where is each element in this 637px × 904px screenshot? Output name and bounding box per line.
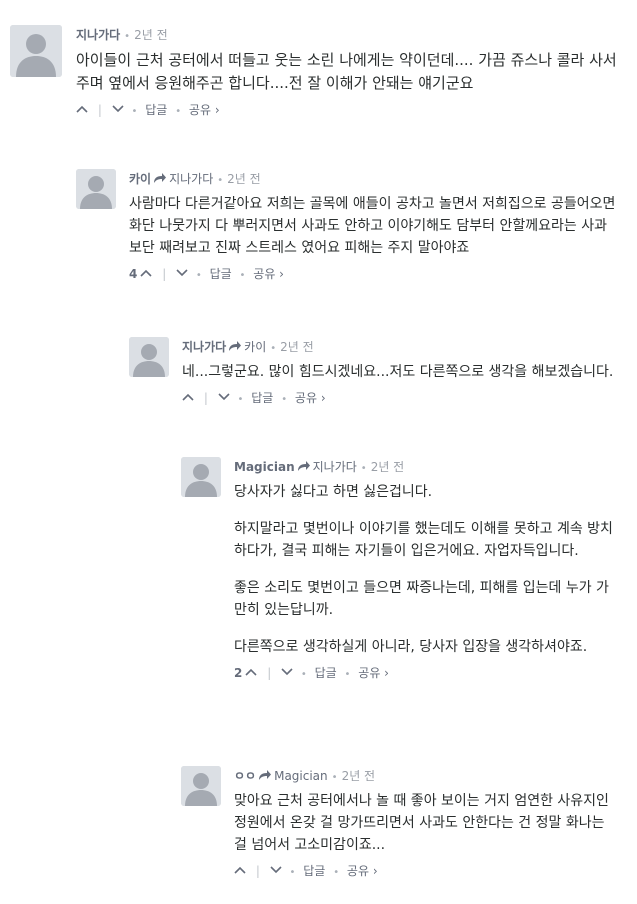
divider: | bbox=[203, 391, 208, 405]
comment-paragraph: 아이들이 근처 공터에서 떠들고 웃는 소린 나에게는 약이던데.... 가끔 … bbox=[76, 51, 617, 92]
comment-footer: | • 답글 • 공유 › bbox=[182, 388, 619, 408]
comment-text: 네...그렇군요. 많이 힘드시겠네요...저도 다른쪽으로 생각을 해보겠습니… bbox=[182, 361, 619, 383]
comment-paragraph: 좋은 소리도 몇번이고 들으면 짜증나는데, 피해를 입는데 누가 가만히 있는… bbox=[234, 580, 609, 618]
upvote-icon[interactable] bbox=[76, 100, 88, 113]
reply-to-author[interactable]: Magician bbox=[274, 769, 328, 783]
reply-button[interactable]: 답글 bbox=[145, 103, 167, 117]
comment-paragraph: 사람마다 다른거같아요 저희는 골목에 애들이 공차고 놀면서 저희집으로 공들… bbox=[129, 196, 616, 256]
downvote-icon[interactable] bbox=[270, 861, 282, 874]
timestamp[interactable]: 2년 전 bbox=[371, 460, 405, 474]
comment-text: 사람마다 다른거같아요 저희는 골목에 애들이 공차고 놀면서 저희집으로 공들… bbox=[129, 193, 619, 259]
timestamp[interactable]: 2년 전 bbox=[227, 172, 261, 186]
downvote-icon[interactable] bbox=[218, 388, 230, 401]
comment-footer: 2 | • 답글 • 공유 › bbox=[234, 663, 619, 683]
comment-paragraph: 하지말라고 몇번이나 이야기를 했는데도 이해를 못하고 계속 방치하다가, 결… bbox=[234, 521, 613, 559]
comment-footer: | • 답글 • 공유 › bbox=[76, 100, 621, 120]
timestamp[interactable]: 2년 전 bbox=[342, 769, 376, 783]
comment-header: 지나가다 • 2년 전 bbox=[76, 25, 621, 45]
separator-dot: • bbox=[270, 343, 277, 354]
reply-arrow-icon bbox=[258, 767, 272, 780]
comment-footer: 4 | • 답글 • 공유 › bbox=[129, 264, 619, 284]
separator-dot: • bbox=[289, 867, 296, 878]
separator-dot: • bbox=[237, 394, 244, 405]
separator-dot: • bbox=[300, 669, 307, 680]
comment-paragraph: 다른쪽으로 생각하실게 아니라, 당사자 입장을 생각하셔야죠. bbox=[234, 639, 588, 655]
divider: | bbox=[255, 864, 260, 878]
comment-text: 아이들이 근처 공터에서 떠들고 웃는 소린 나에게는 약이던데.... 가끔 … bbox=[76, 49, 621, 95]
reply-button[interactable]: 답글 bbox=[210, 267, 232, 281]
comment-text: 당사자가 싫다고 하면 싫은겁니다. 하지말라고 몇번이나 이야기를 했는데도 … bbox=[234, 481, 619, 658]
share-button[interactable]: 공유 › bbox=[347, 864, 378, 878]
comment-paragraph: 네...그렇군요. 많이 힘드시겠네요...저도 다른쪽으로 생각을 해보겠습니… bbox=[182, 364, 614, 380]
comment-paragraph: 맞아요 근처 공터에서나 놀 때 좋아 보이는 거지 엄연한 사유지인 정원에서… bbox=[234, 793, 609, 853]
vote-count: 4 bbox=[129, 267, 138, 281]
divider: | bbox=[162, 267, 167, 281]
vote-count: 2 bbox=[234, 666, 243, 680]
separator-dot: • bbox=[217, 175, 224, 186]
reply-arrow-icon bbox=[297, 458, 311, 471]
reply-to-author[interactable]: 카이 bbox=[244, 340, 266, 354]
separator-dot: • bbox=[124, 31, 131, 42]
author-name[interactable]: 카이 bbox=[129, 172, 151, 186]
author-name[interactable]: 지나가다 bbox=[76, 28, 120, 42]
separator-dot: • bbox=[333, 867, 340, 878]
separator-dot: • bbox=[239, 270, 246, 281]
share-button[interactable]: 공유 › bbox=[358, 666, 389, 680]
reply-arrow-icon bbox=[153, 170, 167, 183]
share-button[interactable]: 공유 › bbox=[295, 391, 326, 405]
timestamp[interactable]: 2년 전 bbox=[134, 28, 168, 42]
share-button[interactable]: 공유 › bbox=[253, 267, 284, 281]
comment-header: 카이 지나가다 • 2년 전 bbox=[129, 169, 619, 189]
separator-dot: • bbox=[281, 394, 288, 405]
separator-dot: • bbox=[331, 772, 338, 783]
separator-dot: • bbox=[175, 106, 182, 117]
share-button[interactable]: 공유 › bbox=[189, 103, 220, 117]
separator-dot: • bbox=[344, 669, 351, 680]
divider: | bbox=[267, 666, 272, 680]
comment-header: 지나가다 카이 • 2년 전 bbox=[182, 337, 619, 357]
reply-button[interactable]: 답글 bbox=[303, 864, 325, 878]
reply-button[interactable]: 답글 bbox=[315, 666, 337, 680]
comment-header: ㅇㅇ Magician • 2년 전 bbox=[234, 766, 619, 786]
downvote-icon[interactable] bbox=[281, 663, 293, 676]
divider: | bbox=[97, 103, 102, 117]
downvote-icon[interactable] bbox=[176, 264, 188, 277]
comment-header: Magician 지나가다 • 2년 전 bbox=[234, 457, 619, 477]
upvote-icon[interactable] bbox=[234, 861, 246, 874]
upvote-icon[interactable] bbox=[182, 388, 194, 401]
author-name[interactable]: 지나가다 bbox=[182, 340, 226, 354]
author-name[interactable]: Magician bbox=[234, 460, 295, 474]
comment-text: 맞아요 근처 공터에서나 놀 때 좋아 보이는 거지 엄연한 사유지인 정원에서… bbox=[234, 790, 619, 856]
reply-arrow-icon bbox=[228, 338, 242, 351]
upvote-icon[interactable] bbox=[245, 663, 257, 676]
separator-dot: • bbox=[131, 106, 138, 117]
comment-footer: | • 답글 • 공유 › bbox=[234, 861, 619, 881]
timestamp[interactable]: 2년 전 bbox=[280, 340, 314, 354]
author-name[interactable]: ㅇㅇ bbox=[234, 769, 256, 783]
avatar[interactable] bbox=[10, 25, 62, 77]
separator-dot: • bbox=[360, 463, 367, 474]
reply-button[interactable]: 답글 bbox=[251, 391, 273, 405]
separator-dot: • bbox=[195, 270, 202, 281]
reply-to-author[interactable]: 지나가다 bbox=[313, 460, 357, 474]
reply-to-author[interactable]: 지나가다 bbox=[169, 172, 213, 186]
upvote-icon[interactable] bbox=[140, 264, 152, 277]
avatar[interactable] bbox=[129, 337, 169, 377]
comment-paragraph: 당사자가 싫다고 하면 싫은겁니다. bbox=[234, 484, 433, 500]
avatar[interactable] bbox=[181, 457, 221, 497]
downvote-icon[interactable] bbox=[112, 100, 124, 113]
avatar[interactable] bbox=[76, 169, 116, 209]
avatar[interactable] bbox=[181, 766, 221, 806]
